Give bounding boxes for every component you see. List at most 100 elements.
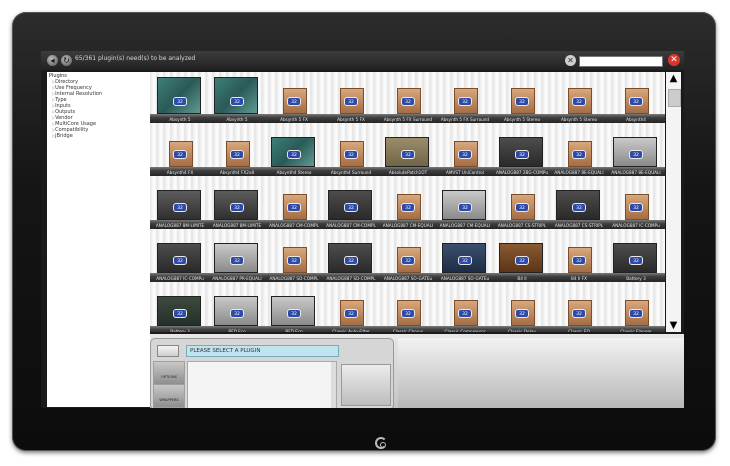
plugin-tile[interactable]: 32 [497, 125, 547, 170]
scroll-down-icon[interactable]: ▼ [666, 319, 681, 332]
clear-search-icon[interactable]: ✕ [565, 55, 576, 66]
plugin-tile[interactable]: 32 [326, 284, 376, 329]
plugin-label: B4 II FX [571, 276, 587, 281]
bitness-badge: 32 [173, 97, 187, 106]
plugin-tile[interactable]: 32 [497, 72, 547, 117]
plugin-tile[interactable]: 32 [269, 72, 319, 117]
plugin-tile[interactable]: 32 [383, 72, 433, 117]
plugin-tile[interactable]: 32 [269, 178, 319, 223]
plugin-label: ANALOG887 SD-COMPL [326, 276, 376, 281]
plugin-tile[interactable]: 32 [383, 231, 433, 276]
sidebar-item[interactable]: jBridge [47, 133, 150, 139]
bitness-badge: 32 [344, 150, 358, 159]
shelf-scrollbar[interactable]: ▲ ▼ [666, 72, 681, 332]
plugin-tile[interactable]: 32 [383, 125, 433, 170]
plugin-label: Classic EQ [568, 329, 590, 332]
search-input[interactable] [579, 56, 663, 67]
plugin-tile[interactable]: 32 [212, 125, 262, 170]
monitor-logo-icon [375, 437, 387, 449]
bitness-badge: 32 [287, 256, 301, 265]
back-arrow-icon[interactable]: ◂ [47, 55, 58, 66]
bitness-badge: 32 [401, 309, 415, 318]
bitness-badge: 32 [401, 97, 415, 106]
plugin-tile[interactable]: 32 [440, 231, 490, 276]
plugin-tile[interactable]: 32 [269, 125, 319, 170]
plugin-tile[interactable]: 32 [155, 178, 205, 223]
plugin-label: Absynth 5 [226, 117, 248, 122]
shelf-board: Absynth 5 Absynth 5 Absynth 5 FX Absynth 5 … [150, 114, 665, 123]
bitness-badge: 32 [230, 203, 244, 212]
close-icon[interactable]: ✕ [668, 54, 680, 66]
plugin-label: ANALOG887 CS-STRIPL [497, 223, 547, 228]
bitness-badge: 32 [287, 97, 301, 106]
refresh-icon[interactable]: ↻ [61, 55, 72, 66]
plugin-label: Absynth4 Stereo [276, 170, 312, 175]
plugin-tile[interactable]: 32 [326, 178, 376, 223]
plugin-tile[interactable]: 32 [611, 231, 661, 276]
bitness-badge: 32 [572, 150, 586, 159]
plugin-tile[interactable]: 32 [554, 284, 604, 329]
plugin-tile[interactable]: 32 [554, 231, 604, 276]
plugin-tile[interactable]: 32 [554, 125, 604, 170]
plugin-label: Classic Delay [508, 329, 536, 332]
detail-list[interactable] [187, 361, 337, 408]
plugin-tile[interactable]: 32 [497, 178, 547, 223]
plugin-label: Absynth4 FX2x8 [219, 170, 255, 175]
tab-wrappers[interactable]: WRAPPERS [154, 385, 184, 407]
shelf-board: Absynth4 FX Absynth4 FX2x8 Absynth4 Stereo… [150, 167, 665, 176]
bitness-badge: 32 [230, 150, 244, 159]
plugin-tile[interactable]: 32 [212, 178, 262, 223]
plugin-tile[interactable]: 32 [497, 284, 547, 329]
scroll-up-icon[interactable]: ▲ [666, 72, 681, 85]
plugin-label: Absynth 5 Stereo [503, 117, 541, 122]
bitness-badge: 32 [344, 203, 358, 212]
plugin-tile[interactable]: 32 [212, 284, 262, 329]
bitness-badge: 32 [230, 256, 244, 265]
bitness-badge: 32 [173, 309, 187, 318]
plugin-tile[interactable]: 32 [383, 178, 433, 223]
plugin-tile[interactable]: 32 [611, 284, 661, 329]
plugin-slot-button[interactable] [157, 345, 179, 357]
plugin-label: ANALOG887 CM-COMPL [326, 223, 376, 228]
plugin-tile[interactable]: 32 [326, 231, 376, 276]
bitness-badge: 32 [401, 203, 415, 212]
plugin-label: ANALOG887 8E-EQUALI [611, 170, 661, 175]
bitness-badge: 32 [572, 309, 586, 318]
plugin-tile[interactable]: 32 [611, 125, 661, 170]
plugin-tile[interactable]: 32 [440, 178, 490, 223]
plugin-tile[interactable]: 32 [212, 72, 262, 117]
bitness-badge: 32 [572, 97, 586, 106]
bitness-badge: 32 [230, 309, 244, 318]
plugin-tile[interactable]: 32 [383, 284, 433, 329]
plugin-tile[interactable]: 32 [440, 125, 490, 170]
plugin-tile[interactable]: 32 [611, 72, 661, 117]
bitness-badge: 32 [287, 203, 301, 212]
plugin-label: ANALOG887 8M-LIMITE [212, 223, 262, 228]
plugin-tile[interactable]: 32 [212, 231, 262, 276]
bitness-badge: 32 [515, 256, 529, 265]
plugin-tile[interactable]: 32 [155, 231, 205, 276]
bitness-badge: 32 [458, 309, 472, 318]
plugin-tile[interactable]: 32 [269, 284, 319, 329]
plugin-tile[interactable]: 32 [155, 284, 205, 329]
scroll-thumb[interactable] [668, 89, 681, 107]
plugin-tile[interactable]: 32 [155, 125, 205, 170]
plugin-label: ANALOG887 CM-EQUALI [439, 223, 491, 228]
plugin-label: ANALOG887 IC-COMPu [156, 276, 204, 281]
plugin-tile[interactable]: 32 [440, 72, 490, 117]
plugin-label: Absynth4 [626, 117, 646, 122]
plugin-tile[interactable]: 32 [155, 72, 205, 117]
tab-options[interactable]: OPTIONS [154, 362, 184, 384]
plugin-tile[interactable]: 32 [554, 178, 604, 223]
detail-list-scrollbar[interactable] [331, 362, 336, 408]
plugin-tile[interactable]: 32 [269, 231, 319, 276]
plugin-label: ANALOG887 2BG-COMPu [495, 170, 549, 175]
bitness-badge: 32 [458, 97, 472, 106]
plugin-tile[interactable]: 32 [326, 72, 376, 117]
plugin-tile[interactable]: 32 [554, 72, 604, 117]
plugin-label: BFD Eco [285, 329, 303, 332]
plugin-tile[interactable]: 32 [440, 284, 490, 329]
plugin-tile[interactable]: 32 [611, 178, 661, 223]
plugin-tile[interactable]: 32 [326, 125, 376, 170]
plugin-tile[interactable]: 32 [497, 231, 547, 276]
